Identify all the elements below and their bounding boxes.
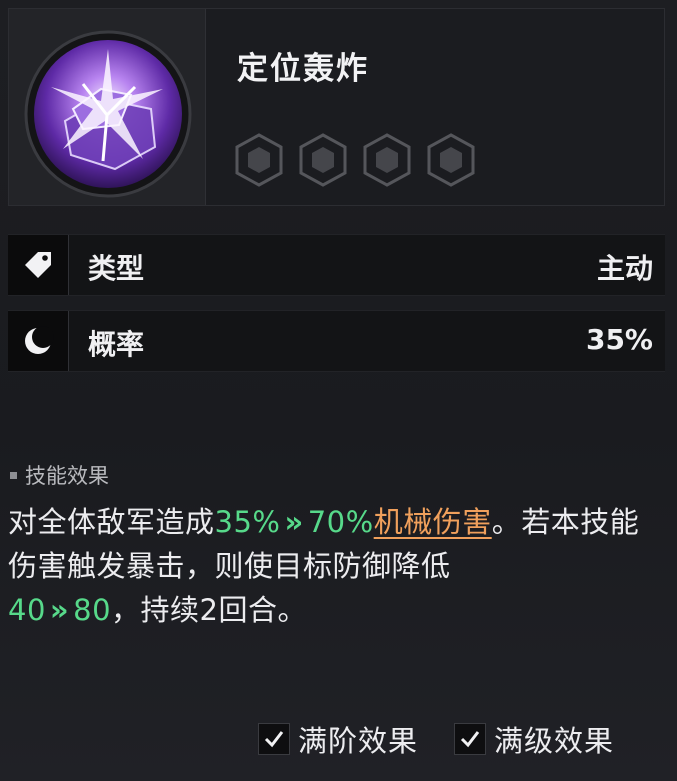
stat-value-type: 主动: [596, 252, 653, 285]
damage-to-value: 70%: [307, 505, 374, 539]
defense-from-value: 40: [8, 593, 46, 627]
skill-header-card: 定位轰炸: [8, 8, 665, 206]
stat-row-rate: 概率 35%: [8, 310, 665, 372]
max-level-toggle[interactable]: 满级效果: [454, 718, 614, 760]
checkmark-icon: [460, 731, 480, 748]
stat-value-rate: 35%: [585, 323, 653, 356]
cracked-crystal-explosion-icon: [24, 30, 192, 198]
upgrade-arrow-icon: »: [284, 505, 304, 539]
effect-toggles: 满阶效果 满级效果: [258, 718, 614, 760]
effect-title-text: 技能效果: [25, 464, 109, 488]
bullet-icon: [10, 471, 17, 479]
hexagon-slot-icon: [363, 133, 411, 187]
effect-section-title: 技能效果: [10, 460, 109, 490]
damage-from-value: 35%: [214, 505, 281, 539]
effect-text-part: ，持续2回合。: [111, 593, 307, 627]
star-slots: [231, 132, 479, 188]
max-level-checkbox[interactable]: [454, 723, 487, 755]
effect-description: 对全体敌军造成35%» 70%机械伤害。若本技能伤害触发暴击，则使目标防御降低 40…: [8, 500, 668, 632]
hexagon-slot-icon: [299, 133, 347, 187]
max-rank-checkbox[interactable]: [258, 723, 290, 755]
moon-icon: [8, 311, 69, 371]
max-level-label: 满级效果: [494, 724, 615, 758]
effect-text-part: 对全体敌军造成: [8, 505, 215, 539]
checkmark-icon: [264, 731, 284, 748]
upgrade-arrow-icon: »: [49, 593, 70, 627]
max-rank-toggle[interactable]: 满阶效果: [258, 718, 418, 760]
hexagon-slot-icon: [235, 133, 283, 187]
defense-to-value: 80: [73, 593, 112, 627]
hexagon-slot-icon: [427, 133, 475, 187]
stat-label-rate: 概率: [88, 328, 145, 361]
stat-row-type: 类型 主动: [8, 234, 665, 296]
max-rank-label: 满阶效果: [298, 724, 419, 758]
skill-name: 定位轰炸: [237, 51, 369, 87]
tag-icon: [8, 235, 69, 295]
damage-type-link[interactable]: 机械伤害: [374, 505, 492, 539]
skill-icon-panel: [9, 9, 206, 205]
stat-label-type: 类型: [88, 252, 145, 285]
